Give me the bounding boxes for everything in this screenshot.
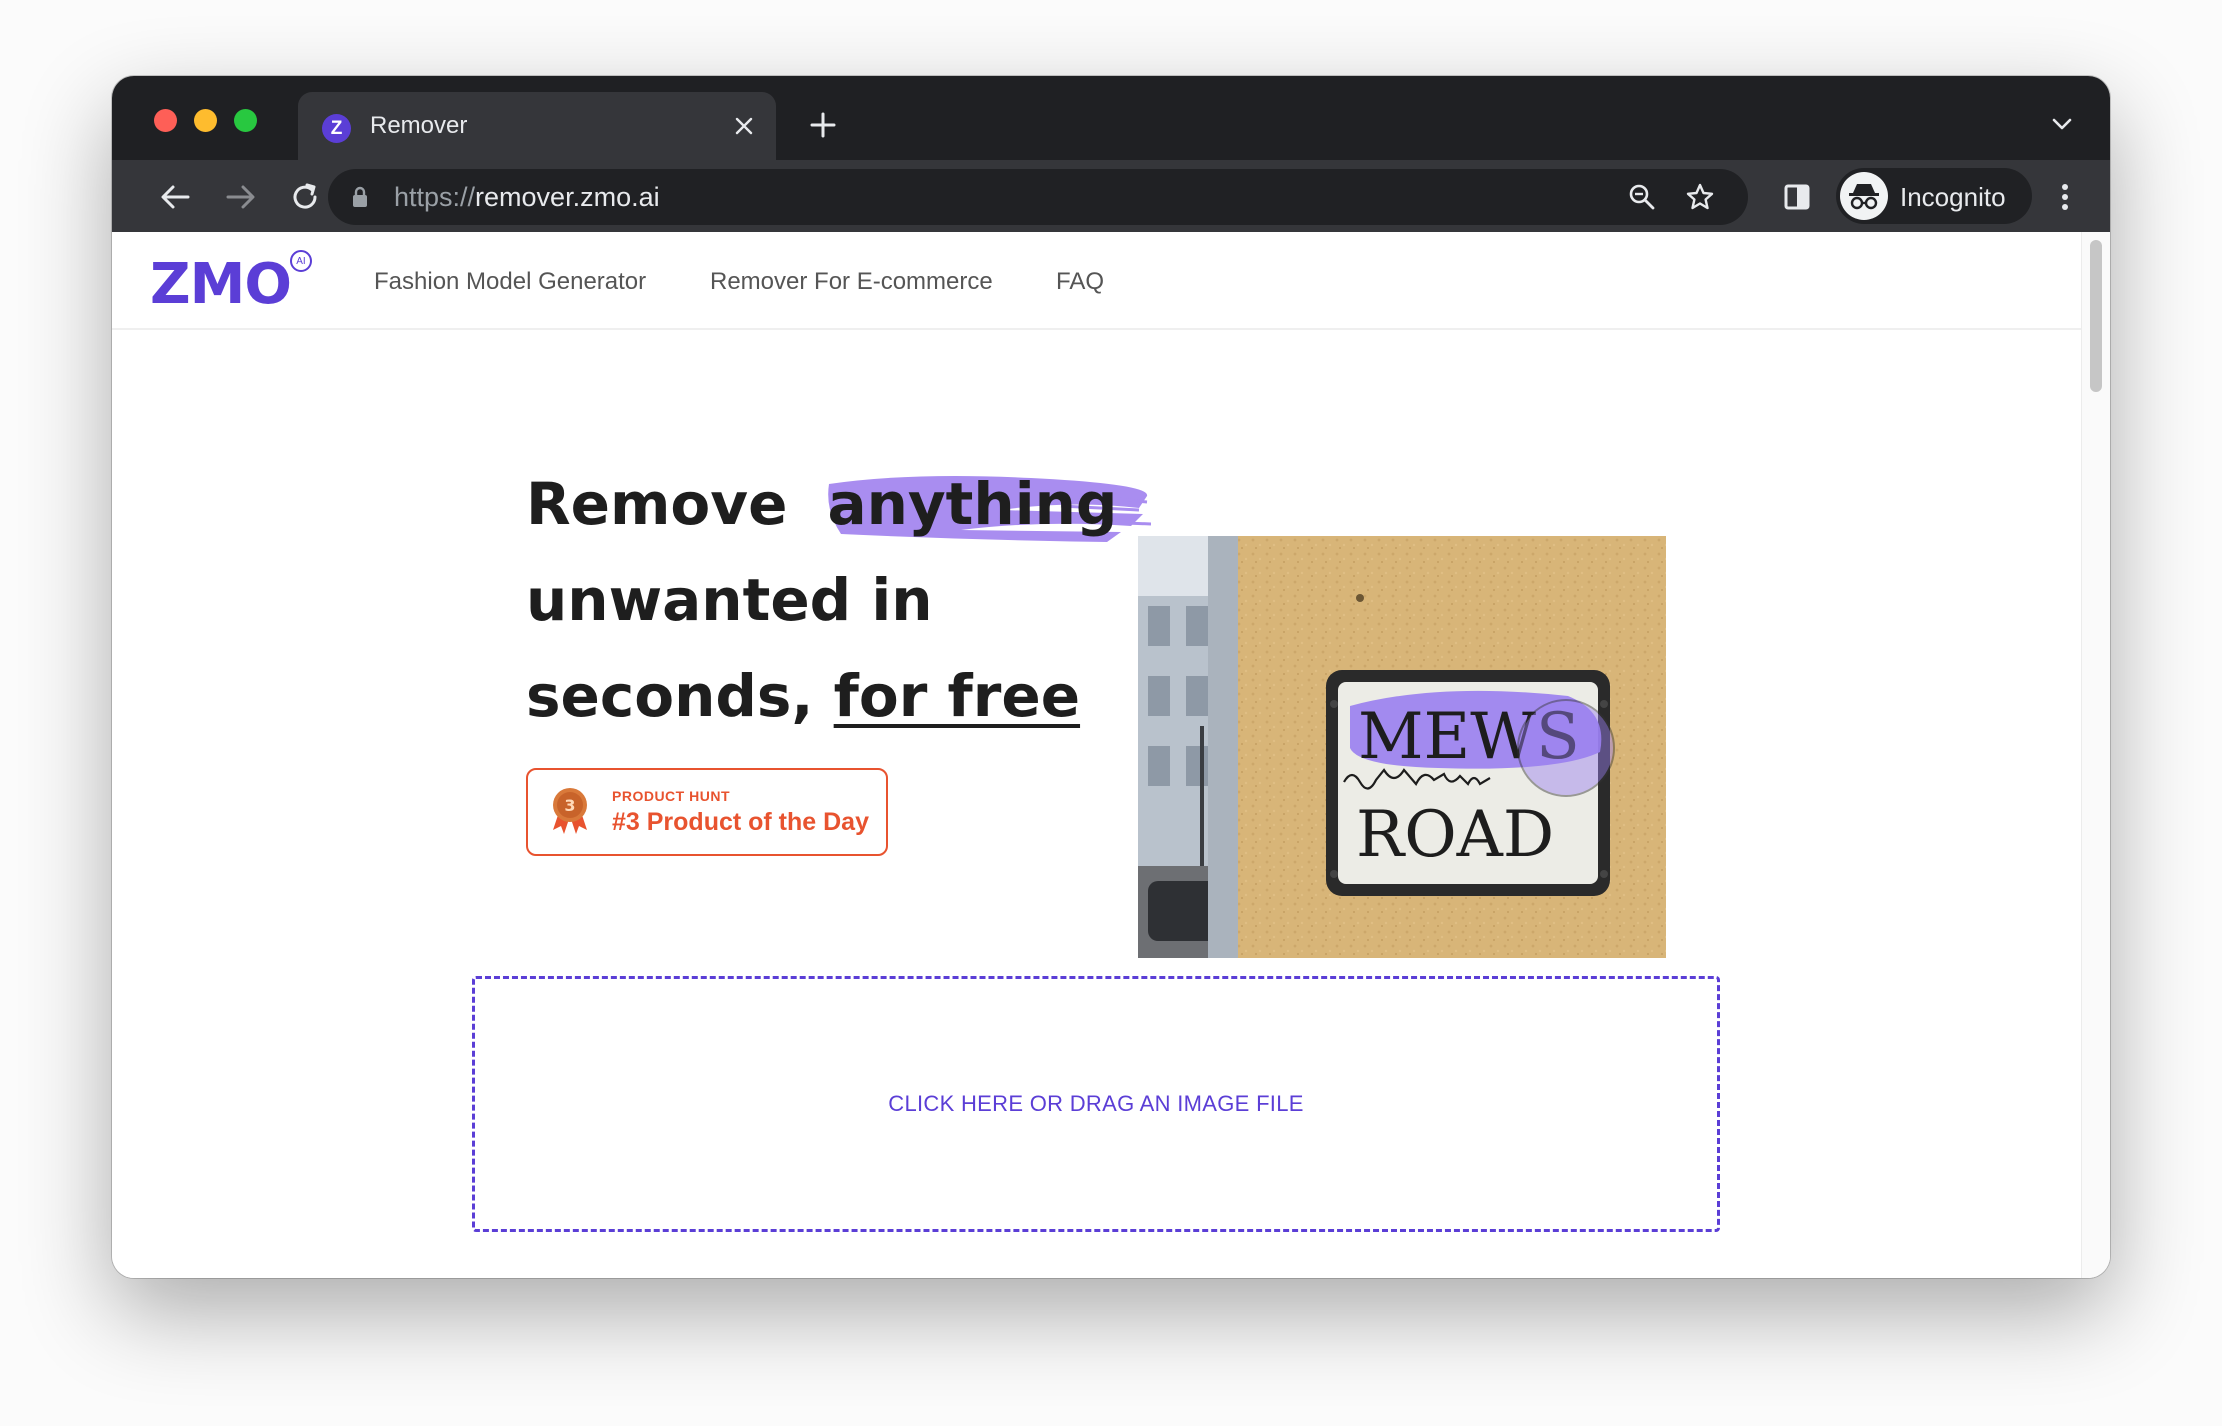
logo-text: ZMO: [150, 252, 292, 317]
sign-word-road: ROAD: [1356, 798, 1554, 872]
tab-title: Remover: [370, 112, 468, 139]
upload-cta: CLICK HERE OR DRAG AN IMAGE FILE: [888, 1091, 1304, 1116]
hero-title-part3: seconds,: [526, 662, 814, 730]
incognito-profile-button[interactable]: Incognito: [1836, 168, 2032, 224]
browser-window: Z Remover https://remover.zmo.ai Incogni…: [112, 76, 2110, 1278]
window-maximize-button[interactable]: [234, 109, 257, 132]
incognito-icon: [1840, 172, 1888, 220]
demo-sign-image: MEWS ROAD: [1138, 536, 1666, 958]
new-tab-button[interactable]: [800, 102, 846, 148]
nav-remover-ecommerce[interactable]: Remover For E-commerce: [710, 268, 993, 296]
profile-label: Incognito: [1900, 182, 2006, 212]
url-text[interactable]: https://remover.zmo.ai: [394, 182, 660, 213]
page-viewport: ZMO AI Fashion Model Generator Remover F…: [112, 232, 2110, 1278]
reload-icon[interactable]: [282, 174, 328, 220]
side-panel-icon[interactable]: [1774, 174, 1820, 220]
highlighted-word: anything: [827, 456, 1152, 552]
hero-title-part2: unwanted in: [526, 566, 933, 634]
product-hunt-badge[interactable]: 3 PRODUCT HUNT #3 Product of the Day: [526, 768, 888, 856]
nav-fashion-model-generator[interactable]: Fashion Model Generator: [374, 268, 646, 296]
forward-arrow-icon[interactable]: [218, 174, 264, 220]
address-bar[interactable]: https://remover.zmo.ai: [328, 169, 1748, 225]
logo-ai-badge: AI: [290, 250, 312, 272]
url-host: remover.zmo.ai: [475, 182, 660, 212]
lock-icon[interactable]: [352, 186, 368, 213]
image-upload-dropzone[interactable]: CLICK HERE OR DRAG AN IMAGE FILE: [472, 976, 1720, 1232]
medal-icon: 3: [550, 786, 590, 841]
tab-remover[interactable]: Z Remover: [298, 92, 776, 160]
url-scheme: https://: [394, 182, 476, 212]
hero-title-part1: Remove: [526, 470, 788, 538]
page-scrollbar[interactable]: [2081, 232, 2110, 1278]
zmo-favicon-icon: Z: [322, 114, 351, 143]
bookmark-star-icon[interactable]: [1680, 177, 1720, 217]
tab-strip: Z Remover: [112, 76, 2110, 160]
hero-heading: Remove anything unwanted in seconds, for…: [526, 456, 1152, 744]
badge-kicker: PRODUCT HUNT: [612, 788, 730, 804]
site-navbar: ZMO AI Fashion Model Generator Remover F…: [112, 232, 2082, 330]
nav-faq[interactable]: FAQ: [1056, 268, 1104, 296]
zoom-icon[interactable]: [1622, 177, 1662, 217]
zmo-logo[interactable]: ZMO AI: [150, 250, 312, 322]
tab-close-icon[interactable]: [724, 106, 764, 146]
tab-search-chevron-icon[interactable]: [2042, 104, 2082, 144]
more-menu-icon[interactable]: [2042, 174, 2088, 220]
back-arrow-icon[interactable]: [152, 174, 198, 220]
badge-rank: #3 Product of the Day: [612, 808, 869, 836]
hero-title-underlined: for free: [833, 662, 1081, 730]
window-minimize-button[interactable]: [194, 109, 217, 132]
medal-number: 3: [564, 796, 575, 815]
browser-toolbar: https://remover.zmo.ai Incognito: [112, 160, 2110, 232]
scrollbar-thumb[interactable]: [2090, 240, 2102, 392]
hero-title-highlight: anything: [827, 470, 1118, 538]
window-close-button[interactable]: [154, 109, 177, 132]
